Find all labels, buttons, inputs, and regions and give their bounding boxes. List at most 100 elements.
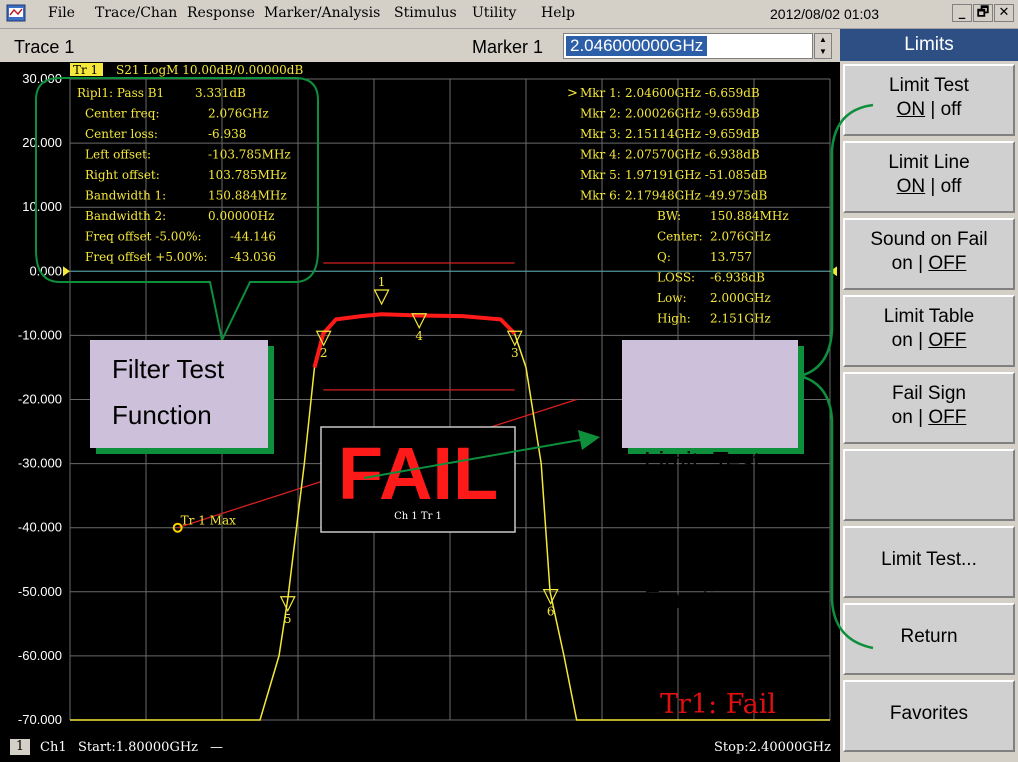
marker-frequency-input[interactable]: 2.046000000GHz <box>563 33 813 59</box>
softkey-label: Return <box>900 626 958 647</box>
start-indicator: — <box>210 740 223 755</box>
active-trace-label[interactable]: Trace 1 <box>14 37 74 58</box>
filter-result-value: -103.785MHz <box>208 148 291 162</box>
y-tick-label: -50.000 <box>18 584 62 599</box>
blank-softkey[interactable] <box>843 449 1015 521</box>
marker-frequency-value: 2.046000000GHz <box>566 36 708 56</box>
limit-table-toggle-button[interactable]: Limit Table on | OFF <box>843 295 1015 367</box>
marker-triangle-icon <box>373 289 390 306</box>
filter-result-label: Freq offset +5.00%: <box>85 250 208 264</box>
on-option: on <box>891 407 913 428</box>
separator: | <box>925 176 941 197</box>
marker-readout-label: Mkr 3: <box>580 127 621 141</box>
on-option: on <box>891 330 913 351</box>
marker-readout-label: Mkr 5: <box>580 168 621 182</box>
y-tick-label: -20.000 <box>18 392 62 407</box>
limit-line-toggle-button[interactable]: Limit Line ON | off <box>843 141 1015 213</box>
menu-marker-analysis[interactable]: Marker/Analysis <box>264 5 380 21</box>
marker-number: 5 <box>284 612 292 626</box>
filter-result-value: 0.00000Hz <box>208 209 274 223</box>
softkey-label: Sound on Fail <box>870 229 988 250</box>
y-tick-label: 10.000 <box>22 199 62 214</box>
filter-result-label: Freq offset -5.00%: <box>85 230 202 244</box>
softkey-label: Limit Table <box>883 306 975 327</box>
marker-readout-label: Mkr 6: <box>580 189 621 203</box>
reference-arrow-icon <box>830 266 837 277</box>
stop-frequency[interactable]: Stop:2.40000GHz <box>714 740 831 755</box>
filter-result-value: 2.076GHz <box>208 107 269 121</box>
filter-result-value: -44.146 <box>230 230 276 244</box>
marker-readout-value: 2.15114GHz -9.659dB <box>625 127 760 141</box>
y-tick-label: -40.000 <box>18 520 62 535</box>
filter-result-label: Ripl1: Pass B1 <box>77 86 164 100</box>
limit-test-callout: Limit Test Function <box>622 340 798 614</box>
softkey-label: Fail Sign <box>892 383 966 404</box>
filter-result-label: Center loss: <box>85 127 158 141</box>
softkey-label: Limit Test... <box>881 549 977 570</box>
marker-readout-label: Mkr 4: <box>580 148 621 162</box>
reference-arrow-icon <box>63 266 70 277</box>
callout-line: Limit Test <box>644 446 761 476</box>
off-option: off <box>940 99 962 120</box>
marker-readout-label: Mkr 2: <box>580 107 621 121</box>
datetime-display: 2012/08/02 01:03 <box>770 6 879 22</box>
minimize-button[interactable]: _ <box>952 4 972 22</box>
marker-readout-label: Mkr 1: <box>580 86 621 100</box>
y-tick-label: -70.000 <box>18 712 62 727</box>
off-option: off <box>940 176 962 197</box>
marker-readout-value: 2.17948GHz -49.975dB <box>625 189 768 203</box>
menu-help[interactable]: Help <box>541 5 575 21</box>
channel-status-bar: 1 Ch1 Start:1.80000GHz — Stop:2.40000GHz <box>0 736 840 762</box>
menu-trace-chan[interactable]: Trace/Chan <box>95 5 177 21</box>
trace-info: S21 LogM 10.00dB/0.00000dB <box>116 63 303 77</box>
filter-result-label: Bandwidth 2: <box>85 209 166 223</box>
y-tick-label: -30.000 <box>18 456 62 471</box>
marker-number: 3 <box>511 346 519 360</box>
fail-sign-channel: Ch 1 Tr 1 <box>394 511 442 522</box>
separator: | <box>912 407 929 428</box>
limit-test-toggle-button[interactable]: Limit Test ON | off <box>843 64 1015 136</box>
bw-stat-value: -6.938dB <box>710 271 765 285</box>
bw-stat-value: 150.884MHz <box>710 209 789 223</box>
off-option: OFF <box>928 407 967 428</box>
menu-bar: File Trace/Chan Response Marker/Analysis… <box>0 0 1018 29</box>
limit-test-menu-button[interactable]: Limit Test... <box>843 526 1015 598</box>
bw-stat-label: LOSS: <box>657 271 695 285</box>
marker-number: 2 <box>320 346 328 360</box>
fail-sign-toggle-button[interactable]: Fail Sign on | OFF <box>843 372 1015 444</box>
start-frequency[interactable]: Start:1.80000GHz <box>78 740 198 755</box>
on-option: on <box>891 253 913 274</box>
channel-number-badge[interactable]: 1 <box>10 739 30 755</box>
favorites-button[interactable]: Favorites <box>843 680 1015 752</box>
filter-test-callout: Filter Test Function <box>90 340 268 448</box>
sound-on-fail-toggle-button[interactable]: Sound on Fail on | OFF <box>843 218 1015 290</box>
restore-button[interactable]: 🗗 <box>973 4 993 22</box>
close-button[interactable]: ✕ <box>994 4 1014 22</box>
menu-response[interactable]: Response <box>187 5 255 21</box>
softkey-panel: Limits Limit Test ON | off Limit Line ON… <box>840 29 1018 762</box>
filter-result-value: 150.884MHz <box>208 189 287 203</box>
y-tick-label: -10.000 <box>18 327 62 342</box>
app-icon[interactable] <box>6 4 26 22</box>
filter-result-value: -6.938 <box>208 127 246 141</box>
filter-result-label: Bandwidth 1: <box>85 189 166 203</box>
max-marker-label: Tr 1 Max <box>181 514 236 528</box>
menu-stimulus[interactable]: Stimulus <box>394 5 457 21</box>
return-button[interactable]: Return <box>843 603 1015 675</box>
on-option: ON <box>896 176 926 197</box>
marker-readout-value: 2.00026GHz -9.659dB <box>625 107 760 121</box>
entry-toolbar: Trace 1 Marker 1 2.046000000GHz ▲ ▼ <box>0 29 840 62</box>
menu-file[interactable]: File <box>48 5 75 21</box>
marker-readout-value: 1.97191GHz -51.085dB <box>625 168 768 182</box>
marker-spin-button[interactable]: ▲ ▼ <box>814 33 832 59</box>
menu-utility[interactable]: Utility <box>472 5 516 21</box>
filter-result-label: Right offset: <box>85 168 160 182</box>
off-option: OFF <box>928 253 967 274</box>
softkey-label: Limit Line <box>888 152 970 173</box>
trace-tag: Tr 1 <box>73 63 98 77</box>
marker-readout-value: 2.07570GHz -6.938dB <box>625 148 760 162</box>
filter-result-value: 3.331dB <box>195 86 246 100</box>
softkey-title: Limits <box>840 29 1018 61</box>
bw-stat-label: Low: <box>657 291 687 305</box>
trace-fail-status: Tr1: Fail <box>660 689 776 720</box>
